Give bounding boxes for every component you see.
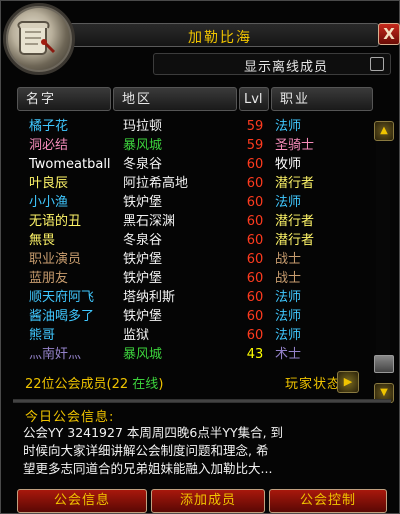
- member-class: 法师: [275, 290, 302, 305]
- member-row[interactable]: 無畏 冬泉谷 60 潜行者: [19, 231, 369, 250]
- member-level: 60: [246, 214, 264, 229]
- member-class: 牧师: [275, 157, 302, 172]
- member-row[interactable]: 小小渔 铁炉堡 60 法师: [19, 193, 369, 212]
- member-level: 60: [246, 195, 264, 210]
- member-name: 酱油喝多了: [29, 309, 95, 324]
- add-member-button[interactable]: 添加成员: [151, 489, 265, 513]
- show-offline-checkbox[interactable]: [370, 57, 384, 71]
- member-row[interactable]: 灬南奸灬 暴风城 43 术士: [19, 345, 369, 364]
- column-header-class[interactable]: 职业: [271, 87, 373, 111]
- member-list: 橘子花 玛拉顿 59 法师 洞必结 暴风城 59 圣骑士 Twomeatball 冬泉谷 60 牧师叶…: [19, 117, 369, 367]
- member-class: 战士: [275, 252, 302, 267]
- member-name: 橘子花: [29, 119, 69, 134]
- scroll-thumb[interactable]: [374, 355, 394, 373]
- member-name: 小小渔: [29, 195, 69, 210]
- member-class: 法师: [275, 195, 302, 210]
- member-level: 60: [246, 328, 264, 343]
- summary-close-paren: ): [158, 377, 164, 392]
- member-level: 60: [246, 233, 264, 248]
- member-level: 60: [246, 271, 264, 286]
- member-class: 法师: [275, 328, 302, 343]
- member-count-text: 22位公会成员(22: [25, 377, 133, 392]
- member-level: 60: [246, 290, 264, 305]
- player-status-label: 玩家状态: [285, 377, 342, 392]
- member-zone: 塔纳利斯: [123, 290, 176, 305]
- member-row[interactable]: 叶良辰 阿拉希高地 60 潜行者: [19, 174, 369, 193]
- member-row[interactable]: 蓝朋友 铁炉堡 60 战士: [19, 269, 369, 288]
- member-count-summary: 22位公会成员(22 在线): [25, 373, 163, 392]
- member-class: 战士: [275, 271, 302, 286]
- member-class: 潜行者: [275, 233, 315, 248]
- member-row[interactable]: 顺天府阿飞 塔纳利斯 60 法师: [19, 288, 369, 307]
- title-bar[interactable]: 加勒比海: [61, 23, 379, 47]
- member-name: 灬南奸灬: [29, 347, 82, 362]
- member-level: 59: [246, 138, 264, 153]
- member-row[interactable]: 职业演员 铁炉堡 60 战士: [19, 250, 369, 269]
- guild-info-button[interactable]: 公会信息: [17, 489, 147, 513]
- motd-text[interactable]: 公会YY 3241927 本周周四晚6点半YY集合, 到 时候向大家详细讲解公会…: [23, 424, 383, 478]
- member-name: 洞必结: [29, 138, 69, 153]
- member-zone: 暴风城: [123, 138, 163, 153]
- column-headers: 名字 地区 Lvl 职业: [17, 87, 373, 113]
- member-row[interactable]: 无语的丑 黑石深渊 60 潜行者: [19, 212, 369, 231]
- member-name: 無畏: [29, 233, 56, 248]
- member-class: 法师: [275, 309, 302, 324]
- member-row[interactable]: 橘子花 玛拉顿 59 法师: [19, 117, 369, 136]
- member-zone: 玛拉顿: [123, 119, 163, 134]
- member-row[interactable]: 酱油喝多了 铁炉堡 60 法师: [19, 307, 369, 326]
- member-level: 43: [246, 347, 264, 362]
- member-class: 潜行者: [275, 214, 315, 229]
- member-row[interactable]: Twomeatball 冬泉谷 60 牧师: [19, 155, 369, 174]
- member-level: 59: [246, 119, 264, 134]
- guild-control-button[interactable]: 公会控制: [269, 489, 387, 513]
- column-header-zone[interactable]: 地区: [113, 87, 237, 111]
- member-class: 圣骑士: [275, 138, 315, 153]
- motd-line: 时候向大家详细讲解公会制度问题和理念, 希: [23, 443, 269, 458]
- member-level: 60: [246, 176, 264, 191]
- member-class: 术士: [275, 347, 302, 362]
- scroll-up-button[interactable]: ▲: [374, 121, 394, 141]
- member-class: 潜行者: [275, 176, 315, 191]
- member-zone: 铁炉堡: [123, 309, 163, 324]
- member-zone: 暴风城: [123, 347, 163, 362]
- member-name: 叶良辰: [29, 176, 69, 191]
- member-zone: 冬泉谷: [123, 157, 163, 172]
- guild-emblem-icon: [3, 3, 75, 75]
- show-offline-label: 显示离线成员: [244, 60, 329, 75]
- member-zone: 黑石深渊: [123, 214, 176, 229]
- member-zone: 铁炉堡: [123, 252, 163, 267]
- guild-window: 加勒比海 X 显示离线成员 名字 地区 Lvl 职业 橘子花 玛拉顿 59 法师 洞必结…: [0, 0, 400, 514]
- show-offline-toggle[interactable]: 显示离线成员: [153, 53, 391, 75]
- member-zone: 监狱: [123, 328, 150, 343]
- member-level: 60: [246, 157, 264, 172]
- member-zone: 铁炉堡: [123, 195, 163, 210]
- motd-line: 望更多志同道合的兄弟姐妹能融入加勒比大...: [23, 461, 273, 476]
- member-level: 60: [246, 309, 264, 324]
- column-header-name[interactable]: 名字: [17, 87, 111, 111]
- motd-title: 今日公会信息:: [25, 410, 115, 425]
- member-zone: 冬泉谷: [123, 233, 163, 248]
- member-level: 60: [246, 252, 264, 267]
- scroll-track[interactable]: [376, 141, 390, 381]
- member-name: 职业演员: [29, 252, 82, 267]
- close-button[interactable]: X: [378, 23, 400, 45]
- online-text: 在线: [132, 377, 159, 392]
- member-class: 法师: [275, 119, 302, 134]
- member-name: Twomeatball: [29, 157, 111, 172]
- column-header-level[interactable]: Lvl: [239, 87, 269, 111]
- player-status-toggle-button[interactable]: ▶: [337, 371, 359, 393]
- member-row[interactable]: 熊哥 监狱 60 法师: [19, 326, 369, 345]
- motd-line: 公会YY 3241927 本周周四晚6点半YY集合, 到: [23, 425, 284, 440]
- divider: [13, 399, 391, 403]
- member-name: 熊哥: [29, 328, 56, 343]
- member-name: 蓝朋友: [29, 271, 69, 286]
- guild-name: 加勒比海: [188, 30, 252, 46]
- member-row[interactable]: 洞必结 暴风城 59 圣骑士: [19, 136, 369, 155]
- member-zone: 阿拉希高地: [123, 176, 189, 191]
- member-name: 无语的丑: [29, 214, 82, 229]
- member-name: 顺天府阿飞: [29, 290, 95, 305]
- member-zone: 铁炉堡: [123, 271, 163, 286]
